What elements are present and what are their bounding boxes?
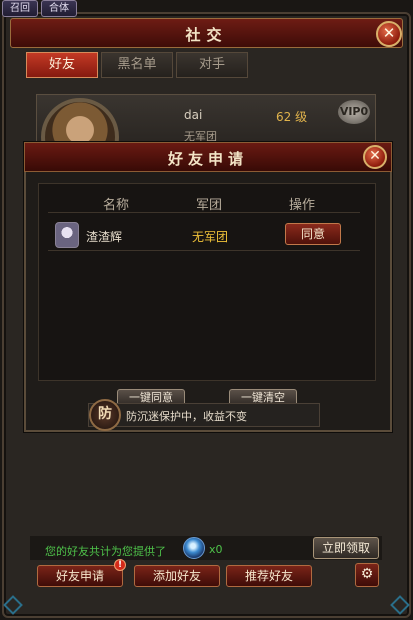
agree-button[interactable]: 同意 bbox=[285, 223, 341, 245]
column-header-name: 名称 bbox=[103, 198, 130, 213]
column-header-legion: 军团 bbox=[196, 198, 223, 213]
vip-badge: VIP0 bbox=[338, 100, 370, 124]
row-divider bbox=[48, 250, 360, 251]
social-tabs: 好友 黑名单 对手 bbox=[26, 52, 248, 78]
shield-icon: 防 bbox=[89, 399, 121, 431]
dialog-title: 好友申请 bbox=[167, 150, 248, 168]
friend-requests-button[interactable]: 好友申请 bbox=[37, 565, 123, 587]
column-header-action: 操作 bbox=[289, 198, 316, 213]
friend-level: 62 级 bbox=[276, 110, 308, 124]
tab-blacklist[interactable]: 黑名单 bbox=[101, 52, 173, 78]
notification-icon: ! bbox=[114, 559, 126, 571]
tab-rivals[interactable]: 对手 bbox=[176, 52, 248, 78]
add-friend-button[interactable]: 添加好友 bbox=[134, 565, 220, 587]
claim-button[interactable]: 立即领取 bbox=[313, 537, 379, 559]
request-legion: 无军团 bbox=[192, 230, 229, 244]
header-divider bbox=[48, 212, 360, 213]
tab-friends[interactable]: 好友 bbox=[26, 52, 98, 78]
request-avatar bbox=[55, 222, 79, 248]
dialog-close-icon[interactable]: ✕ bbox=[363, 145, 387, 169]
gem-icon bbox=[183, 537, 205, 559]
panel-title: 社交 bbox=[185, 26, 228, 44]
top-tab-bar: 召回 合体 bbox=[0, 0, 77, 18]
request-name: 渣渣辉 bbox=[86, 230, 123, 244]
close-icon[interactable]: ✕ bbox=[376, 21, 402, 47]
friend-name: dai bbox=[184, 108, 203, 122]
gem-count: x0 bbox=[209, 543, 223, 556]
tab-recall[interactable]: 召回 bbox=[2, 0, 38, 17]
recommend-friend-button[interactable]: 推荐好友 bbox=[226, 565, 312, 587]
tip-text: 防沉迷保护中，收益不变 bbox=[126, 410, 247, 423]
reward-text: 您的好友共计为您提供了 bbox=[45, 545, 166, 558]
gear-icon[interactable]: ⚙ bbox=[355, 563, 379, 587]
tab-merge[interactable]: 合体 bbox=[41, 0, 77, 17]
